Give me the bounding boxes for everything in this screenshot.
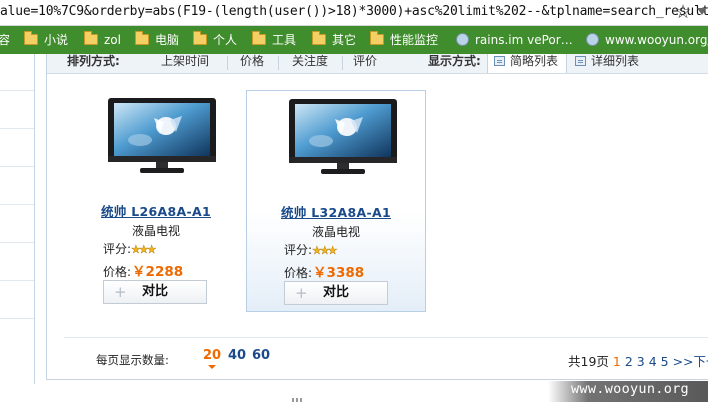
list-view-icon — [494, 56, 505, 66]
price-value: ￥2288 — [132, 264, 184, 280]
folder-icon — [84, 31, 98, 45]
sort-by-rating[interactable]: 评价 — [353, 54, 377, 72]
bookmark-folder-perf[interactable]: 性能监控 — [370, 31, 438, 49]
star-rating-icon: ★★★ — [131, 243, 157, 256]
page-4[interactable]: 4 — [649, 354, 657, 369]
product-category: 液晶电视 — [131, 224, 180, 238]
globe-icon — [456, 33, 469, 46]
plus-icon: + — [114, 283, 127, 301]
product-card: 统帅 L32A8A-A1 液晶电视 评分:★★★ 价格:￥3388 + 对比 — [246, 90, 426, 312]
price-value: ￥3388 — [313, 265, 365, 281]
address-bar[interactable]: alue=10%7C9&orderby=abs(F19-(length(user… — [0, 0, 708, 26]
price-label: 价格: — [103, 265, 132, 279]
per-page-20[interactable]: 20 — [203, 348, 221, 369]
page-5[interactable]: 5 — [661, 354, 669, 369]
compare-label: 对比 — [142, 284, 169, 299]
dropdown-arrow-icon[interactable] — [697, 8, 707, 15]
next-page-link[interactable]: >>下一 — [673, 354, 708, 369]
product-name-link[interactable]: 统帅 L32A8A-A1 — [247, 202, 425, 221]
globe-icon — [586, 33, 599, 46]
divider — [34, 54, 35, 384]
folder-icon — [135, 31, 149, 45]
scroll-grip[interactable] — [292, 393, 304, 402]
divider — [0, 318, 34, 319]
bookmark-star-icon[interactable]: ☆ — [672, 1, 694, 23]
product-price: 价格:￥2288 — [103, 260, 183, 280]
divider — [227, 56, 228, 70]
divider — [342, 56, 343, 70]
folder-icon — [312, 31, 326, 45]
price-label: 价格: — [284, 266, 313, 280]
rating-label: 评分: — [284, 243, 313, 257]
product-category: 液晶电视 — [311, 225, 360, 239]
product-image-tv[interactable] — [287, 97, 399, 177]
divider — [0, 128, 34, 129]
product-rating: 评分:★★★ — [103, 240, 157, 257]
bookmark-wooyun[interactable]: www.wooyun.org/ — [586, 31, 708, 49]
product-image-tv[interactable] — [106, 96, 218, 176]
compare-button[interactable]: + 对比 — [284, 281, 388, 305]
page-1[interactable]: 1 — [613, 354, 621, 369]
product-rating: 评分:★★★ — [284, 241, 338, 258]
bookmark-folder-personal[interactable]: 个人 — [193, 31, 237, 49]
product-price: 价格:￥3388 — [284, 261, 364, 281]
view-mode-label: 显示方式: — [428, 54, 481, 68]
folder-icon — [370, 31, 384, 45]
bookmark-partial[interactable]: 容 — [0, 31, 10, 49]
bookmark-folder-novel[interactable]: 小说 — [24, 31, 68, 49]
per-page-40[interactable]: 40 — [228, 348, 246, 363]
pagination: 共19页 1 2 3 4 5 >>下一 — [568, 351, 708, 370]
view-brief-list-button[interactable]: 简略列表 — [487, 54, 567, 73]
rating-label: 评分: — [103, 242, 132, 256]
left-gutter — [0, 54, 34, 402]
url-text[interactable]: alue=10%7C9&orderby=abs(F19-(length(user… — [0, 4, 708, 19]
product-name-link[interactable]: 统帅 L26A8A-A1 — [66, 201, 246, 220]
sort-by-date[interactable]: 上架时间 — [161, 54, 209, 72]
page-3[interactable]: 3 — [637, 354, 645, 369]
per-page-label: 每页显示数量: — [96, 353, 169, 367]
divider — [64, 337, 708, 338]
bookmark-folder-computer[interactable]: 电脑 — [135, 31, 179, 49]
divider — [0, 204, 34, 205]
detail-view-icon — [575, 56, 586, 66]
folder-icon — [24, 31, 38, 45]
watermark-text: www.wooyun.org — [571, 381, 689, 397]
divider — [0, 280, 34, 281]
sort-toolbar: 排列方式: 上架时间 价格 关注度 评价 显示方式: 简略列表 详细列表 — [47, 54, 708, 74]
divider — [278, 56, 279, 70]
per-page-60[interactable]: 60 — [252, 348, 270, 363]
view-detail-list-button[interactable]: 详细列表 — [569, 54, 649, 73]
bookmark-rains[interactable]: rains.im vePor… — [456, 31, 573, 49]
sort-by-attention[interactable]: 关注度 — [292, 54, 328, 72]
divider — [0, 242, 34, 243]
compare-label: 对比 — [323, 285, 350, 300]
page-total: 共19页 — [568, 354, 609, 369]
folder-icon — [252, 31, 266, 45]
bookmarks-bar: 容 小说 zol 电脑 个人 工具 其它 性能监控 rains.im vePor… — [0, 26, 708, 54]
page-2[interactable]: 2 — [625, 354, 633, 369]
divider — [0, 90, 34, 91]
product-card: 统帅 L26A8A-A1 液晶电视 评分:★★★ 价格:￥2288 + 对比 — [66, 90, 246, 312]
divider — [0, 166, 34, 167]
sort-by-price[interactable]: 价格 — [240, 54, 264, 72]
folder-icon — [193, 31, 207, 45]
plus-icon: + — [295, 284, 308, 302]
compare-button[interactable]: + 对比 — [103, 280, 207, 304]
star-rating-icon: ★★★ — [312, 244, 338, 257]
sort-label: 排列方式: — [67, 54, 120, 68]
bookmark-folder-zol[interactable]: zol — [84, 31, 121, 49]
bookmark-folder-other[interactable]: 其它 — [312, 31, 356, 49]
bookmark-folder-tools[interactable]: 工具 — [252, 31, 296, 49]
